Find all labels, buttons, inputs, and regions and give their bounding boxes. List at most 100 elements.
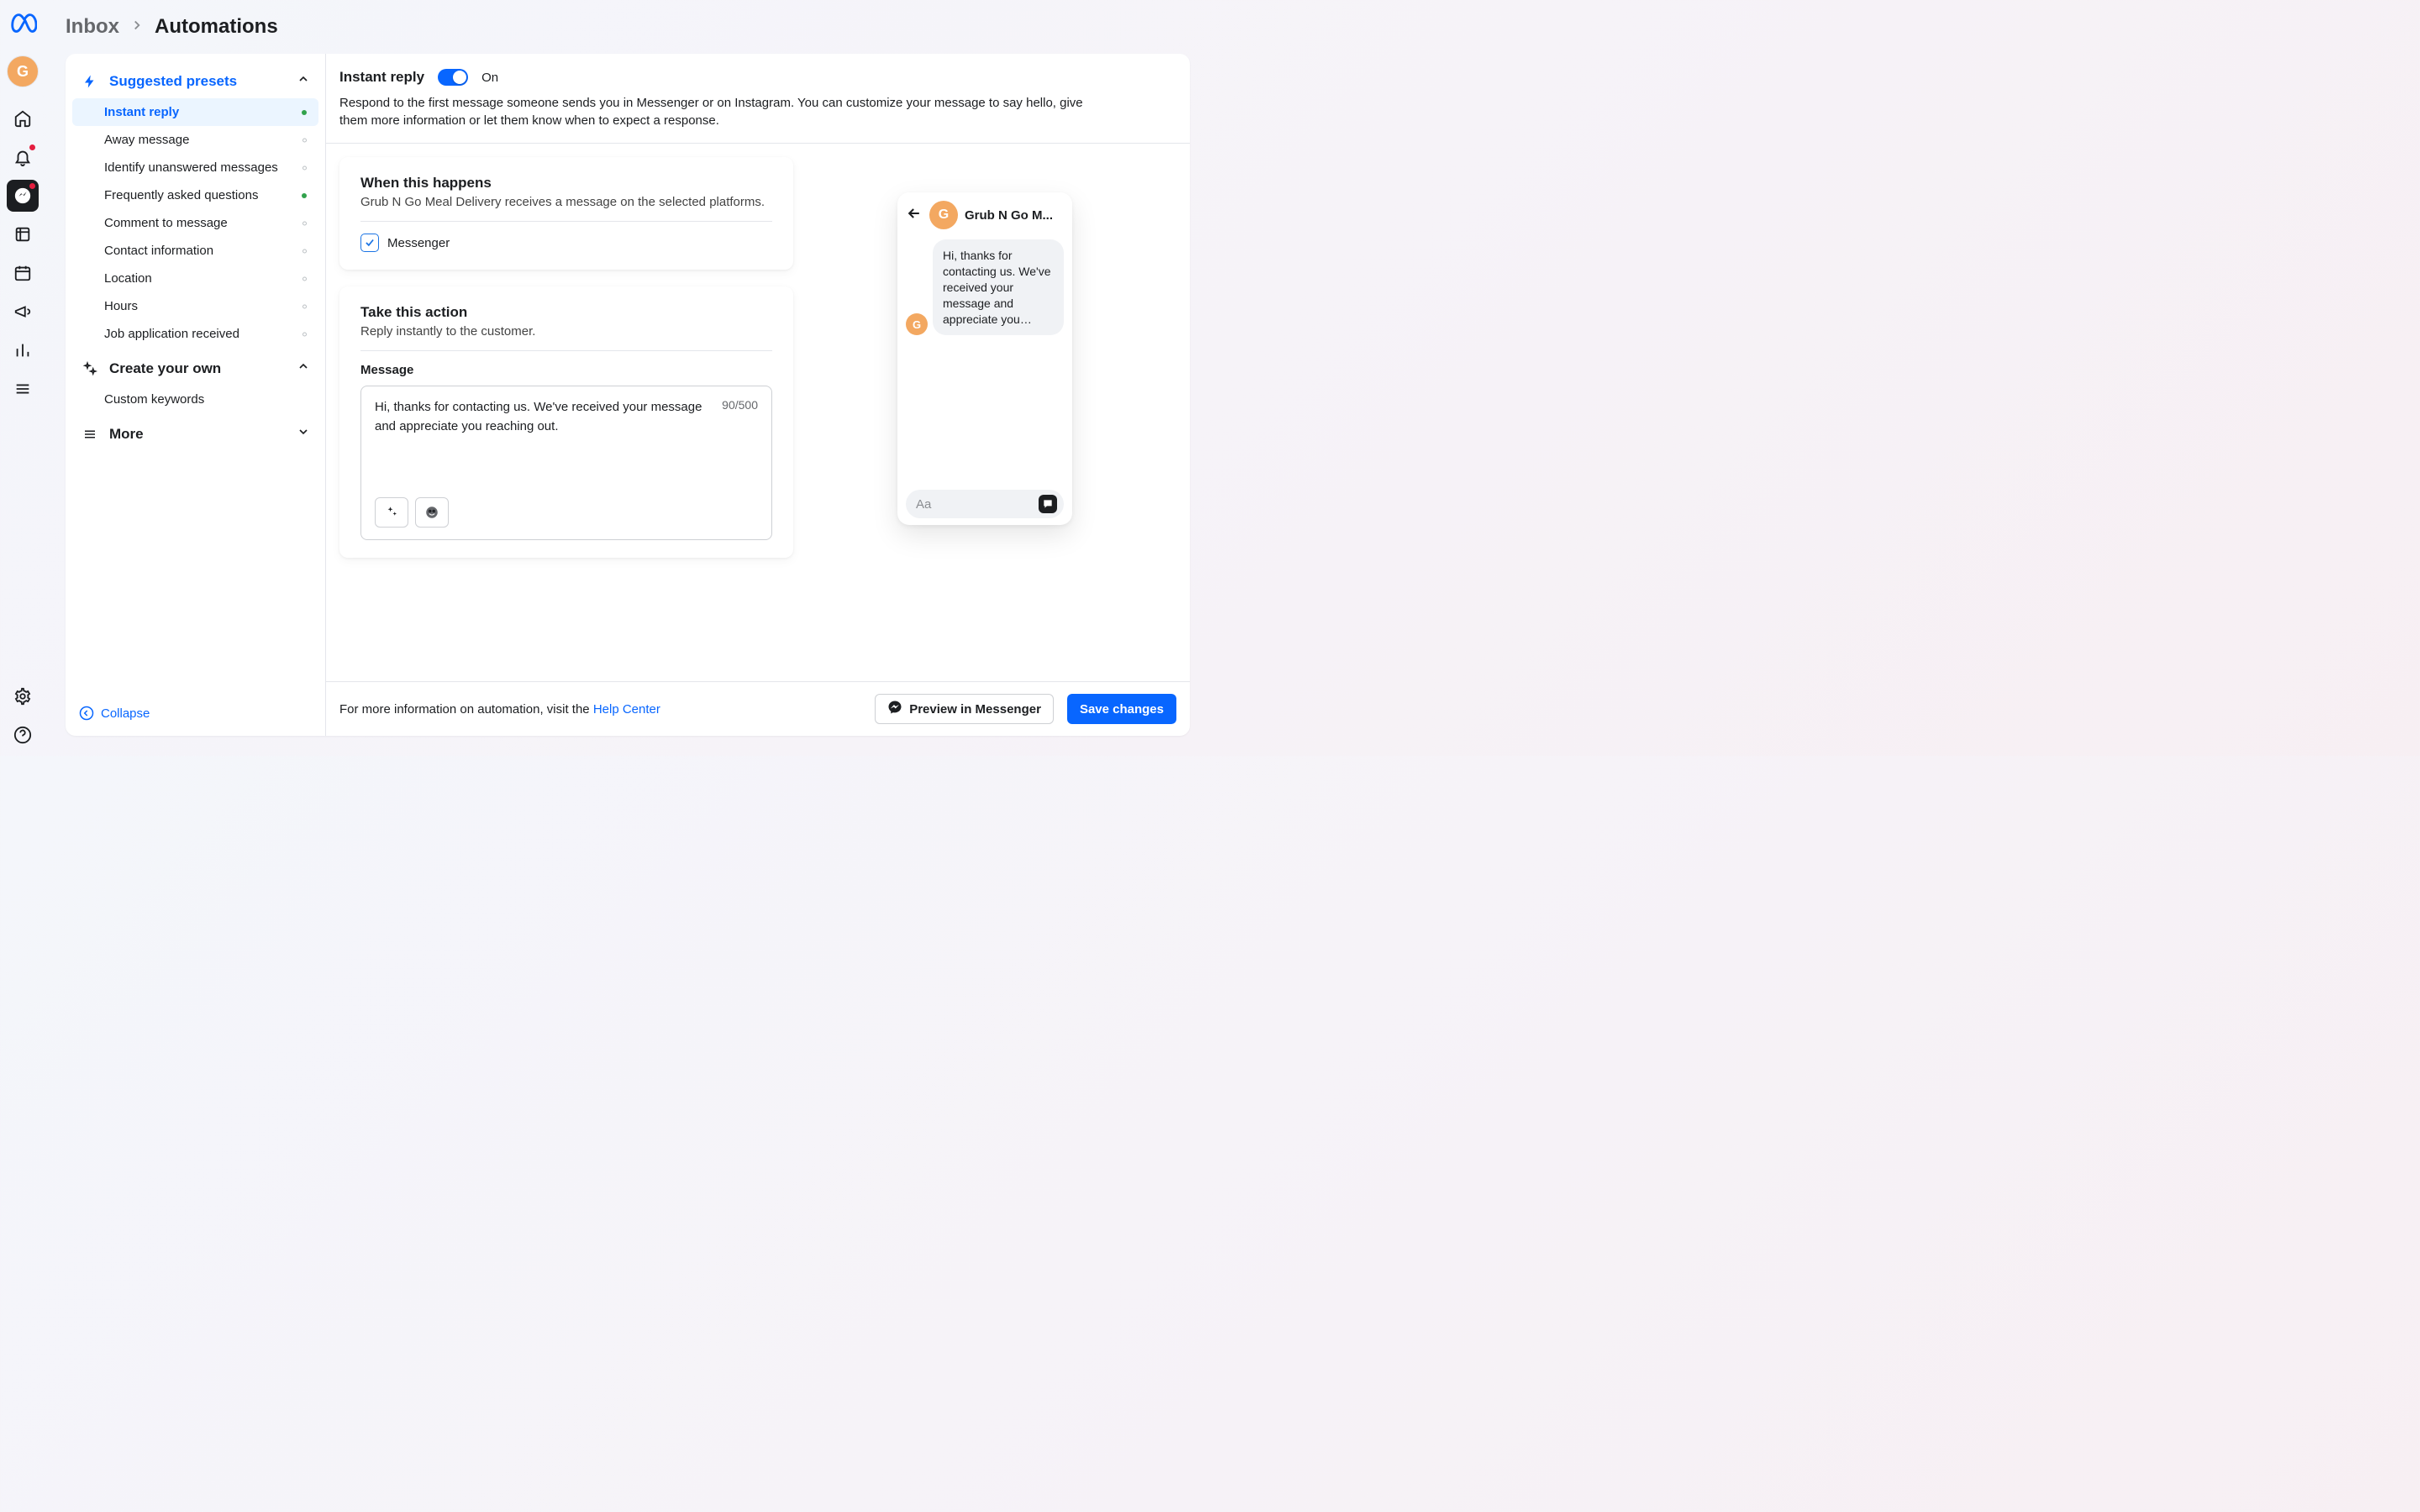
sidebar-item-label: Identify unanswered messages bbox=[104, 160, 278, 175]
nav-calendar-icon[interactable] bbox=[7, 257, 39, 289]
preview-input-placeholder: Aa bbox=[913, 497, 1034, 512]
account-avatar[interactable]: G bbox=[7, 55, 39, 87]
collapse-label: Collapse bbox=[101, 706, 150, 721]
chevron-up-icon bbox=[297, 360, 310, 377]
section-more[interactable]: More bbox=[72, 413, 318, 451]
trigger-subtitle: Grub N Go Meal Delivery receives a messa… bbox=[360, 195, 772, 209]
section-suggested-presets[interactable]: Suggested presets bbox=[72, 60, 318, 98]
sidebar-item-faq[interactable]: Frequently asked questions bbox=[72, 181, 318, 209]
sparkle-icon bbox=[81, 361, 99, 376]
sidebar-item-comment-to-message[interactable]: Comment to message bbox=[72, 209, 318, 237]
page-title: Instant reply bbox=[339, 69, 424, 86]
avatar-letter: G bbox=[939, 207, 949, 223]
divider bbox=[360, 221, 772, 222]
action-title: Take this action bbox=[360, 304, 772, 321]
message-field-label: Message bbox=[360, 363, 772, 377]
preview-message-bubble: Hi, thanks for contacting us. We've rece… bbox=[933, 239, 1064, 335]
messenger-checkbox[interactable] bbox=[360, 234, 379, 252]
content-header: Instant reply On Respond to the first me… bbox=[326, 54, 1190, 144]
instant-reply-toggle[interactable] bbox=[438, 69, 468, 86]
sidebar-item-contact-information[interactable]: Contact information bbox=[72, 237, 318, 265]
save-changes-button[interactable]: Save changes bbox=[1067, 694, 1176, 724]
sidebar-item-label: Frequently asked questions bbox=[104, 188, 258, 202]
meta-logo[interactable] bbox=[8, 8, 38, 39]
character-count: 90/500 bbox=[722, 398, 758, 436]
preview-page-name: Grub N Go M... bbox=[965, 208, 1064, 223]
section-create-your-own[interactable]: Create your own bbox=[72, 348, 318, 386]
back-arrow-icon bbox=[906, 205, 923, 226]
sidebar-item-label: Job application received bbox=[104, 327, 239, 341]
sidebar-item-instant-reply[interactable]: Instant reply bbox=[72, 98, 318, 126]
nav-posts-icon[interactable] bbox=[7, 218, 39, 250]
sidebar-item-away-message[interactable]: Away message bbox=[72, 126, 318, 154]
status-dot-on-icon bbox=[302, 110, 307, 115]
automations-sidebar: Suggested presets Instant reply Away mes… bbox=[66, 54, 326, 736]
nav-insights-icon[interactable] bbox=[7, 334, 39, 366]
messenger-preview: G Grub N Go M... G Hi, thanks for contac… bbox=[897, 192, 1072, 525]
notification-dot-icon bbox=[29, 183, 35, 189]
nav-rail: G bbox=[0, 0, 45, 756]
collapse-button[interactable]: Collapse bbox=[79, 706, 312, 721]
lightning-icon bbox=[81, 74, 99, 89]
breadcrumb: Inbox Automations bbox=[66, 0, 1190, 54]
avatar-letter: G bbox=[913, 318, 921, 331]
preview-in-messenger-button[interactable]: Preview in Messenger bbox=[875, 694, 1054, 724]
breadcrumb-inbox[interactable]: Inbox bbox=[66, 15, 119, 39]
sidebar-item-label: Location bbox=[104, 271, 152, 286]
platform-messenger-label: Messenger bbox=[387, 236, 450, 250]
sidebar-item-label: Instant reply bbox=[104, 105, 179, 119]
nav-menu-icon[interactable] bbox=[7, 373, 39, 405]
main-panel: Suggested presets Instant reply Away mes… bbox=[66, 54, 1190, 736]
sidebar-item-label: Away message bbox=[104, 133, 189, 147]
action-card: Take this action Reply instantly to the … bbox=[339, 286, 793, 558]
nav-help-icon[interactable] bbox=[7, 719, 39, 751]
nav-notifications-icon[interactable] bbox=[7, 141, 39, 173]
preview-send-icon bbox=[1039, 495, 1057, 513]
status-dot-on-icon bbox=[302, 193, 307, 198]
action-subtitle: Reply instantly to the customer. bbox=[360, 324, 772, 339]
status-dot-off-icon bbox=[302, 221, 307, 225]
nav-home-icon[interactable] bbox=[7, 102, 39, 134]
status-dot-off-icon bbox=[302, 138, 307, 142]
trigger-title: When this happens bbox=[360, 175, 772, 192]
chevron-right-icon bbox=[129, 15, 145, 39]
page-description: Respond to the first message someone sen… bbox=[339, 94, 1113, 129]
section-label: Suggested presets bbox=[109, 73, 287, 90]
nav-inbox-icon[interactable] bbox=[7, 180, 39, 212]
message-textarea[interactable]: Hi, thanks for contacting us. We've rece… bbox=[375, 398, 712, 436]
sidebar-item-hours[interactable]: Hours bbox=[72, 292, 318, 320]
sidebar-item-custom-keywords[interactable]: Custom keywords bbox=[72, 386, 318, 413]
list-icon bbox=[81, 427, 99, 442]
toggle-state-label: On bbox=[481, 71, 498, 85]
message-box: Hi, thanks for contacting us. We've rece… bbox=[360, 386, 772, 540]
section-label: Create your own bbox=[109, 360, 287, 377]
status-dot-off-icon bbox=[302, 249, 307, 253]
sidebar-item-location[interactable]: Location bbox=[72, 265, 318, 292]
nav-ads-icon[interactable] bbox=[7, 296, 39, 328]
personalization-button[interactable] bbox=[375, 497, 408, 528]
preview-avatar: G bbox=[929, 201, 958, 229]
footer-help-text: For more information on automation, visi… bbox=[339, 702, 660, 717]
sidebar-item-label: Hours bbox=[104, 299, 138, 313]
footer-text-prefix: For more information on automation, visi… bbox=[339, 702, 593, 717]
sidebar-item-identify-unanswered[interactable]: Identify unanswered messages bbox=[72, 154, 318, 181]
messenger-icon bbox=[887, 700, 902, 718]
section-label: More bbox=[109, 426, 287, 443]
status-dot-off-icon bbox=[302, 304, 307, 308]
sidebar-item-job-application[interactable]: Job application received bbox=[72, 320, 318, 348]
chevron-up-icon bbox=[297, 72, 310, 90]
help-center-link[interactable]: Help Center bbox=[593, 702, 660, 717]
status-dot-off-icon bbox=[302, 276, 307, 281]
content-footer: For more information on automation, visi… bbox=[326, 681, 1190, 736]
emoji-button[interactable] bbox=[415, 497, 449, 528]
trigger-card: When this happens Grub N Go Meal Deliver… bbox=[339, 157, 793, 270]
notification-dot-icon bbox=[29, 144, 35, 150]
avatar-letter: G bbox=[17, 63, 29, 81]
nav-settings-icon[interactable] bbox=[7, 680, 39, 712]
sidebar-item-label: Contact information bbox=[104, 244, 213, 258]
status-dot-off-icon bbox=[302, 165, 307, 170]
button-label: Save changes bbox=[1080, 702, 1164, 717]
status-dot-off-icon bbox=[302, 332, 307, 336]
content-area: Instant reply On Respond to the first me… bbox=[326, 54, 1190, 736]
divider bbox=[360, 350, 772, 351]
